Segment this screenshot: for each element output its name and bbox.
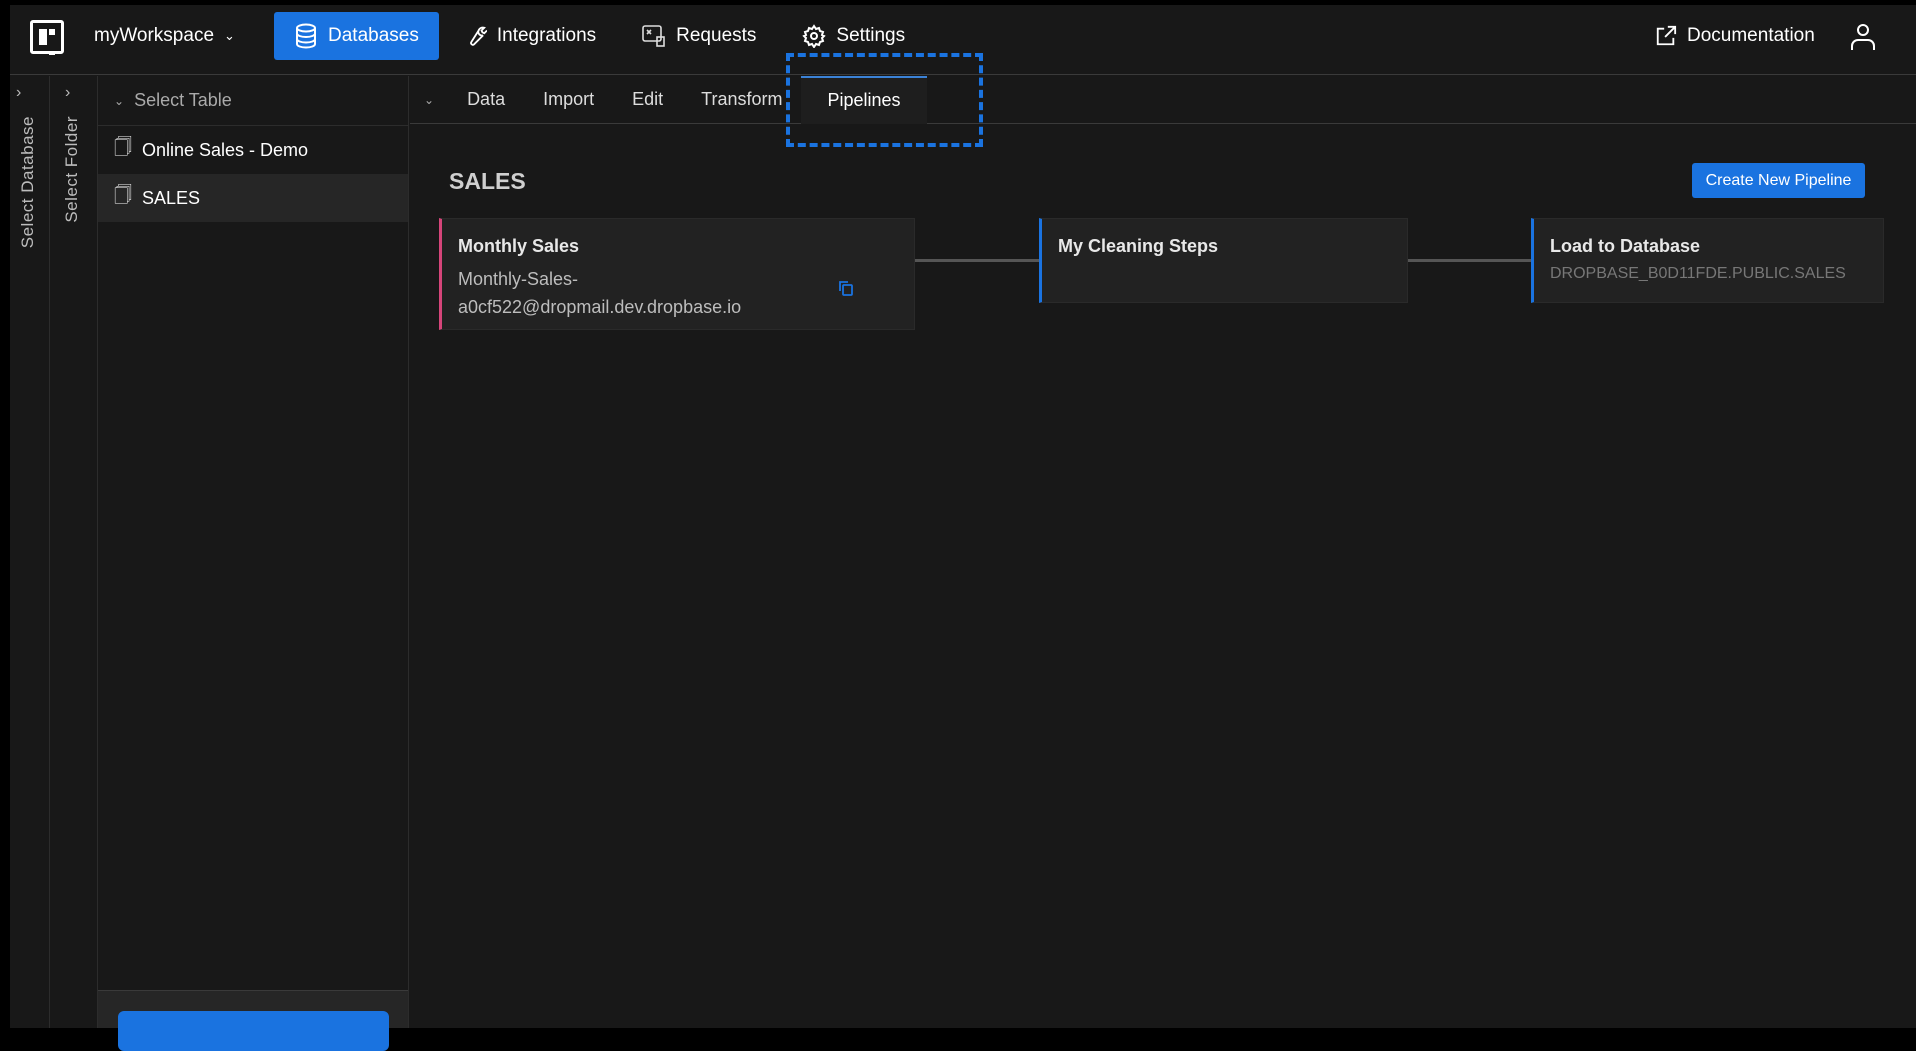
nav-label: Databases [328,25,419,46]
tab-import[interactable]: Import [524,76,613,124]
table-name: Online Sales - Demo [141,139,309,160]
footer-action-button[interactable] [118,1011,389,1051]
pipeline-connector [915,259,1049,262]
source-title: Monthly Sales [458,236,580,256]
page-title: SALES [449,168,526,194]
create-pipeline-button[interactable]: Create New Pipeline [1692,163,1865,198]
chevron-right-icon: › [65,84,71,101]
wrench-icon [465,25,487,47]
tab-data[interactable]: Data [448,76,524,124]
table-item[interactable]: 🗍 Online Sales - Demo [98,126,408,174]
tab-transform[interactable]: Transform [682,76,801,124]
tab-edit[interactable]: Edit [613,76,682,124]
copy-icon[interactable] [837,279,855,297]
file-icon: 🗍 [114,185,132,205]
nav-label: Requests [676,25,757,46]
nav-label: Integrations [496,25,597,46]
source-card[interactable]: Monthly Sales Monthly-Sales- a0cf522@dro… [439,218,915,330]
destination-card[interactable]: Load to Database DROPBASE_B0D11FDE.PUBLI… [1531,218,1884,303]
destination-title: Load to Database [1550,236,1701,256]
nav-requests[interactable]: Requests [622,12,776,60]
select-table-label: Select Table [134,90,232,110]
transform-title: My Cleaning Steps [1058,236,1219,256]
select-folder-label[interactable]: Select Folder [62,116,82,223]
nav-label: Settings [836,25,906,46]
app: myWorkspace ⌄ Databases Integrations Requ… [10,5,1916,1051]
pipeline-connector [1408,259,1541,262]
table-name: SALES [141,187,201,208]
table-item[interactable]: 🗍 SALES [98,174,408,222]
source-email: a0cf522@dropmail.dev.dropbase.io [458,297,742,317]
file-icon: 🗍 [114,137,132,157]
gear-icon [802,24,827,48]
transform-card[interactable]: My Cleaning Steps [1039,218,1408,303]
table-tabs: ⌄ Data Import Edit Transform Pipelines [410,75,1916,124]
table-panel: ⌄ Select Table 🗍 Online Sales - Demo 🗍 SALE… [98,76,409,1051]
select-table-header[interactable]: ⌄ Select Table [98,76,408,126]
chevron-down-icon: ⌄ [114,93,125,108]
table-panel-footer [98,990,408,1051]
workspace-selector[interactable]: myWorkspace ⌄ [84,12,245,60]
destination-target: DROPBASE_B0D11FDE.PUBLIC.SALES [1550,265,1846,282]
nav-databases[interactable]: Databases [274,12,439,60]
nav-integrations[interactable]: Integrations [445,12,616,60]
app-logo-icon[interactable] [30,20,64,55]
highlight-box [786,53,983,147]
documentation-link[interactable]: Documentation [1635,12,1835,60]
documentation-label: Documentation [1687,25,1815,46]
workspace-name: myWorkspace [94,25,215,46]
chevron-down-icon: ⌄ [224,28,235,43]
folder-panel-collapsed[interactable]: › Select Folder [50,76,98,1028]
external-link-icon [1655,25,1677,47]
chevron-down-icon[interactable]: ⌄ [410,93,448,107]
database-icon [294,23,318,49]
requests-icon [642,25,666,47]
source-email: Monthly-Sales- [458,269,579,289]
select-database-label[interactable]: Select Database [18,116,38,248]
chevron-right-icon: › [16,84,22,101]
database-panel-collapsed[interactable]: › Select Database [10,76,50,1028]
user-icon[interactable] [1850,23,1876,51]
